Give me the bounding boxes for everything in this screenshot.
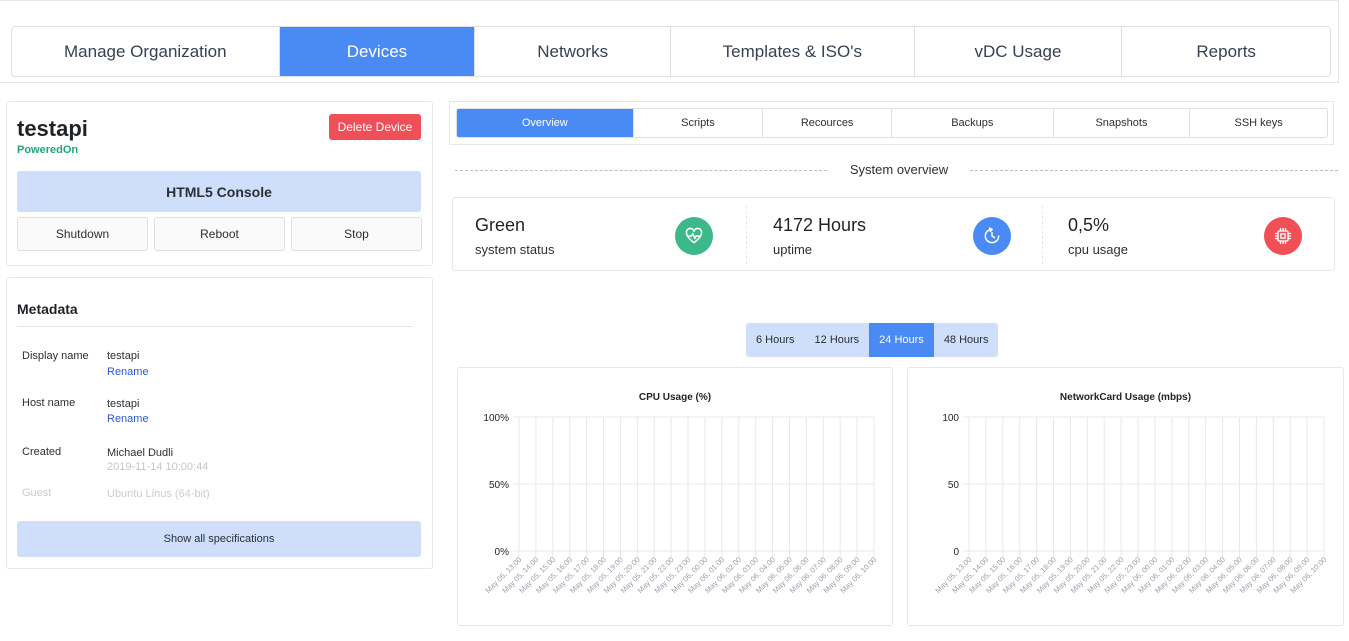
y-tick-label: 0% — [495, 547, 510, 558]
meta-value-created-date: 2019-11-14 10:00:44 — [107, 461, 209, 473]
stats-panel: Green system status 4172 Hours uptime 0,… — [452, 197, 1335, 271]
y-tick-label: 0 — [953, 547, 959, 558]
cpu-usage-value: 0,5% — [1068, 215, 1110, 235]
overview-divider-right — [970, 170, 1338, 171]
device-card: testapi PoweredOn Delete Device HTML5 Co… — [6, 101, 433, 266]
networkcard-usage-plot: 100500May 05, 13:00May 05, 14:00May 05, … — [933, 413, 1328, 595]
subtab-snapshots[interactable]: Snapshots — [1053, 109, 1191, 137]
rename-display-name-link[interactable]: Rename — [107, 366, 149, 378]
y-tick-label: 100 — [942, 413, 959, 424]
top-nav-container: Manage Organization Devices Networks Tem… — [0, 0, 1339, 83]
device-status: PoweredOn — [17, 144, 79, 156]
device-subtabs: Overview Scripts Recources Backups Snaps… — [456, 108, 1328, 138]
time-range-selector: 6 Hours 12 Hours 24 Hours 48 Hours — [746, 323, 999, 357]
subtab-backups[interactable]: Backups — [892, 109, 1054, 137]
tab-devices[interactable]: Devices — [279, 27, 476, 76]
html5-console-button[interactable]: HTML5 Console — [17, 171, 421, 212]
subtab-ssh-keys[interactable]: SSH keys — [1190, 109, 1327, 137]
range-24-hours-button[interactable]: 24 Hours — [869, 323, 934, 357]
cpu-usage-label: cpu usage — [1068, 242, 1128, 257]
metadata-card: Metadata Display name testapi Rename Hos… — [6, 277, 433, 569]
tab-templates-isos[interactable]: Templates & ISO's — [671, 27, 915, 76]
overview-divider-left — [455, 170, 827, 171]
range-12-hours-button[interactable]: 12 Hours — [805, 323, 870, 357]
tab-networks[interactable]: Networks — [475, 27, 671, 76]
cpu-usage-plot: 100%50%0%May 05, 13:00May 05, 14:00May 0… — [483, 413, 878, 595]
y-tick-label: 100% — [483, 413, 509, 424]
meta-value-display-name: testapi — [107, 350, 140, 362]
range-48-hours-button[interactable]: 48 Hours — [934, 323, 999, 357]
uptime-label: uptime — [773, 242, 813, 257]
delete-device-button[interactable]: Delete Device — [329, 114, 421, 140]
tab-vdc-usage[interactable]: vDC Usage — [914, 27, 1123, 76]
meta-label-created: Created — [22, 446, 62, 458]
metadata-divider — [17, 326, 413, 327]
subtab-recources[interactable]: Recources — [763, 109, 892, 137]
y-tick-label: 50% — [489, 480, 509, 491]
cpu-usage-chart: CPU Usage (%) 100% 50% 0% May 05, 13:00 May … — [457, 367, 893, 626]
stat-separator — [1042, 206, 1043, 264]
metadata-title: Metadata — [17, 301, 78, 317]
subtab-scripts[interactable]: Scripts — [633, 109, 764, 137]
cpu-chip-icon — [1264, 217, 1302, 255]
subtabs-container: Overview Scripts Recources Backups Snaps… — [449, 101, 1334, 145]
tab-manage-organization[interactable]: Manage Organization — [12, 27, 280, 76]
meta-value-created: Michael Dudli — [107, 447, 174, 459]
rename-host-name-link[interactable]: Rename — [107, 413, 149, 425]
tab-reports[interactable]: Reports — [1122, 27, 1330, 76]
show-all-specifications-button[interactable]: Show all specifications — [17, 521, 421, 557]
meta-label-guest: Guest — [22, 487, 52, 499]
clock-icon — [973, 217, 1011, 255]
stat-separator — [746, 206, 747, 264]
y-tick-label: 50 — [948, 480, 960, 491]
top-nav: Manage Organization Devices Networks Tem… — [11, 26, 1331, 77]
meta-label-host-name: Host name — [22, 397, 76, 409]
stop-button[interactable]: Stop — [291, 217, 422, 251]
heartbeat-icon — [675, 217, 713, 255]
range-6-hours-button[interactable]: 6 Hours — [746, 323, 805, 357]
device-name: testapi — [17, 116, 88, 141]
networkcard-usage-chart: NetworkCard Usage (mbps) 100 50 0 May 05, 1… — [907, 367, 1344, 626]
subtab-overview[interactable]: Overview — [457, 109, 634, 137]
shutdown-button[interactable]: Shutdown — [17, 217, 148, 251]
uptime-value: 4172 Hours — [773, 215, 867, 235]
system-overview-title: System overview — [849, 162, 949, 177]
meta-value-host-name: testapi — [107, 398, 140, 410]
system-status-value: Green — [475, 215, 526, 235]
system-status-label: system status — [475, 242, 555, 257]
meta-value-guest: Ubuntu Linus (64-bit) — [107, 488, 210, 500]
reboot-button[interactable]: Reboot — [154, 217, 285, 251]
meta-label-display-name: Display name — [22, 350, 89, 362]
